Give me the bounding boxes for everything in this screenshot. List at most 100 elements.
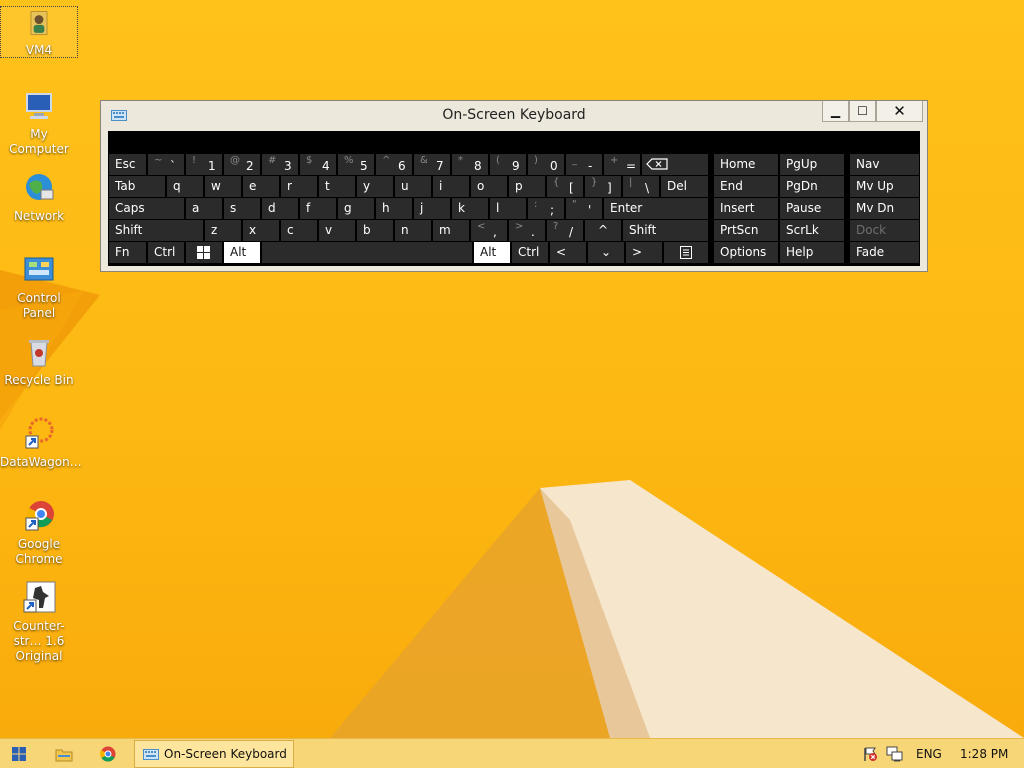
taskbar-chrome[interactable] xyxy=(90,739,126,768)
desktop-icon-datawagon[interactable]: DataWagon… xyxy=(0,416,82,470)
key-i[interactable]: i xyxy=(433,176,469,197)
minimize-button[interactable]: ▁ xyxy=(822,101,849,122)
key-ctrl-left[interactable]: Ctrl xyxy=(148,242,184,263)
key-p[interactable]: p xyxy=(509,176,545,197)
key-4[interactable]: $4 xyxy=(300,154,336,175)
key-l[interactable]: l xyxy=(490,198,526,219)
key-c[interactable]: c xyxy=(281,220,317,241)
key-esc[interactable]: Esc xyxy=(109,154,146,175)
key-2[interactable]: @2 xyxy=(224,154,260,175)
key-alt-left[interactable]: Alt xyxy=(224,242,260,263)
key-left-bracket[interactable]: {[ xyxy=(547,176,583,197)
key-f[interactable]: f xyxy=(300,198,336,219)
start-button[interactable] xyxy=(0,739,40,768)
key-h[interactable]: h xyxy=(376,198,412,219)
key-arrow-left[interactable]: < xyxy=(550,242,586,263)
key-8[interactable]: * 8 xyxy=(452,154,488,175)
key-backspace[interactable] xyxy=(642,154,708,175)
key-k[interactable]: k xyxy=(452,198,488,219)
key-minus[interactable]: _ - xyxy=(566,154,602,175)
key-space[interactable] xyxy=(262,242,472,263)
key-period[interactable]: >. xyxy=(509,220,545,241)
key-caps[interactable]: Caps xyxy=(109,198,184,219)
maximize-button[interactable]: ☐ xyxy=(849,101,876,122)
key-5[interactable]: % 5 xyxy=(338,154,374,175)
key-nav[interactable]: Nav xyxy=(850,154,919,175)
key-prtscn[interactable]: PrtScn xyxy=(714,220,778,241)
key-options[interactable]: Options xyxy=(714,242,778,263)
key-semicolon[interactable]: :; xyxy=(528,198,564,219)
key-a[interactable]: a xyxy=(186,198,222,219)
tray-clock[interactable]: 1:28 PM xyxy=(960,747,1008,761)
taskbar-file-explorer[interactable] xyxy=(46,739,82,768)
key-arrow-right[interactable]: > xyxy=(626,242,662,263)
key-pgdn[interactable]: PgDn xyxy=(780,176,844,197)
key-arrow-down[interactable]: ⌄ xyxy=(588,242,624,263)
key-7[interactable]: & 7 xyxy=(414,154,450,175)
taskbar-on-screen-keyboard[interactable]: On-Screen Keyboard xyxy=(134,740,294,768)
key-shift-left[interactable]: Shift xyxy=(109,220,203,241)
key-b[interactable]: b xyxy=(357,220,393,241)
desktop-icon-network[interactable]: Network xyxy=(0,170,78,224)
desktop-icon-vm4[interactable]: VM4 xyxy=(0,6,78,58)
tray-language[interactable]: ENG xyxy=(916,747,942,761)
key-scrlk[interactable]: ScrLk xyxy=(780,220,844,241)
desktop-icon-control-panel[interactable]: Control Panel xyxy=(0,252,78,321)
key-del[interactable]: Del xyxy=(661,176,708,197)
key-d[interactable]: d xyxy=(262,198,298,219)
key-j[interactable]: j xyxy=(414,198,450,219)
key-help[interactable]: Help xyxy=(780,242,844,263)
key-slash[interactable]: ? / xyxy=(547,220,583,241)
key-x[interactable]: x xyxy=(243,220,279,241)
key-tab[interactable]: Tab xyxy=(109,176,165,197)
key-pause[interactable]: Pause xyxy=(780,198,844,219)
key-t[interactable]: t xyxy=(319,176,355,197)
key-s[interactable]: s xyxy=(224,198,260,219)
key-end[interactable]: End xyxy=(714,176,778,197)
key-v[interactable]: v xyxy=(319,220,355,241)
key-pgup[interactable]: PgUp xyxy=(780,154,844,175)
key-home[interactable]: Home xyxy=(714,154,778,175)
key-insert[interactable]: Insert xyxy=(714,198,778,219)
key-e[interactable]: e xyxy=(243,176,279,197)
key-n[interactable]: n xyxy=(395,220,431,241)
key-m[interactable]: m xyxy=(433,220,469,241)
key-0[interactable]: ) 0 xyxy=(528,154,564,175)
key-q[interactable]: q xyxy=(167,176,203,197)
key-windows[interactable] xyxy=(186,242,222,263)
desktop-icon-my-computer[interactable]: My Computer xyxy=(0,88,78,157)
key-mv-dn[interactable]: Mv Dn xyxy=(850,198,919,219)
key-enter[interactable]: Enter xyxy=(604,198,708,219)
osk-window[interactable]: On-Screen Keyboard ▁ ☐ ✕ Esc ~ ` ! 1 @2 #3… xyxy=(100,100,928,272)
tray-network[interactable] xyxy=(884,739,906,768)
key-ctrl-right[interactable]: Ctrl xyxy=(512,242,548,263)
key-o[interactable]: o xyxy=(471,176,507,197)
key-u[interactable]: u xyxy=(395,176,431,197)
key-6[interactable]: ^ 6 xyxy=(376,154,412,175)
key-arrow-up[interactable]: ^ xyxy=(585,220,621,241)
key-3[interactable]: #3 xyxy=(262,154,298,175)
tray-action-center[interactable] xyxy=(860,739,880,768)
desktop-icon-counter-strike[interactable]: Counter-str… 1.6 Original xyxy=(0,580,78,664)
close-button[interactable]: ✕ xyxy=(876,101,923,122)
key-9[interactable]: (9 xyxy=(490,154,526,175)
key-1[interactable]: ! 1 xyxy=(186,154,222,175)
key-z[interactable]: z xyxy=(205,220,241,241)
key-w[interactable]: w xyxy=(205,176,241,197)
key-y[interactable]: y xyxy=(357,176,393,197)
key-quote[interactable]: " ' xyxy=(566,198,602,219)
key-equal[interactable]: + = xyxy=(604,154,640,175)
key-r[interactable]: r xyxy=(281,176,317,197)
key-backtick[interactable]: ~ ` xyxy=(148,154,184,175)
desktop-icon-google-chrome[interactable]: Google Chrome xyxy=(0,498,78,567)
osk-titlebar[interactable]: On-Screen Keyboard ▁ ☐ ✕ xyxy=(101,101,927,131)
key-right-bracket[interactable]: }] xyxy=(585,176,621,197)
key-fn[interactable]: Fn xyxy=(109,242,146,263)
key-fade[interactable]: Fade xyxy=(850,242,919,263)
key-mv-up[interactable]: Mv Up xyxy=(850,176,919,197)
key-alt-right[interactable]: Alt xyxy=(474,242,510,263)
key-backslash[interactable]: | \ xyxy=(623,176,659,197)
key-menu[interactable] xyxy=(664,242,708,263)
desktop-icon-recycle-bin[interactable]: Recycle Bin xyxy=(0,334,78,388)
key-g[interactable]: g xyxy=(338,198,374,219)
